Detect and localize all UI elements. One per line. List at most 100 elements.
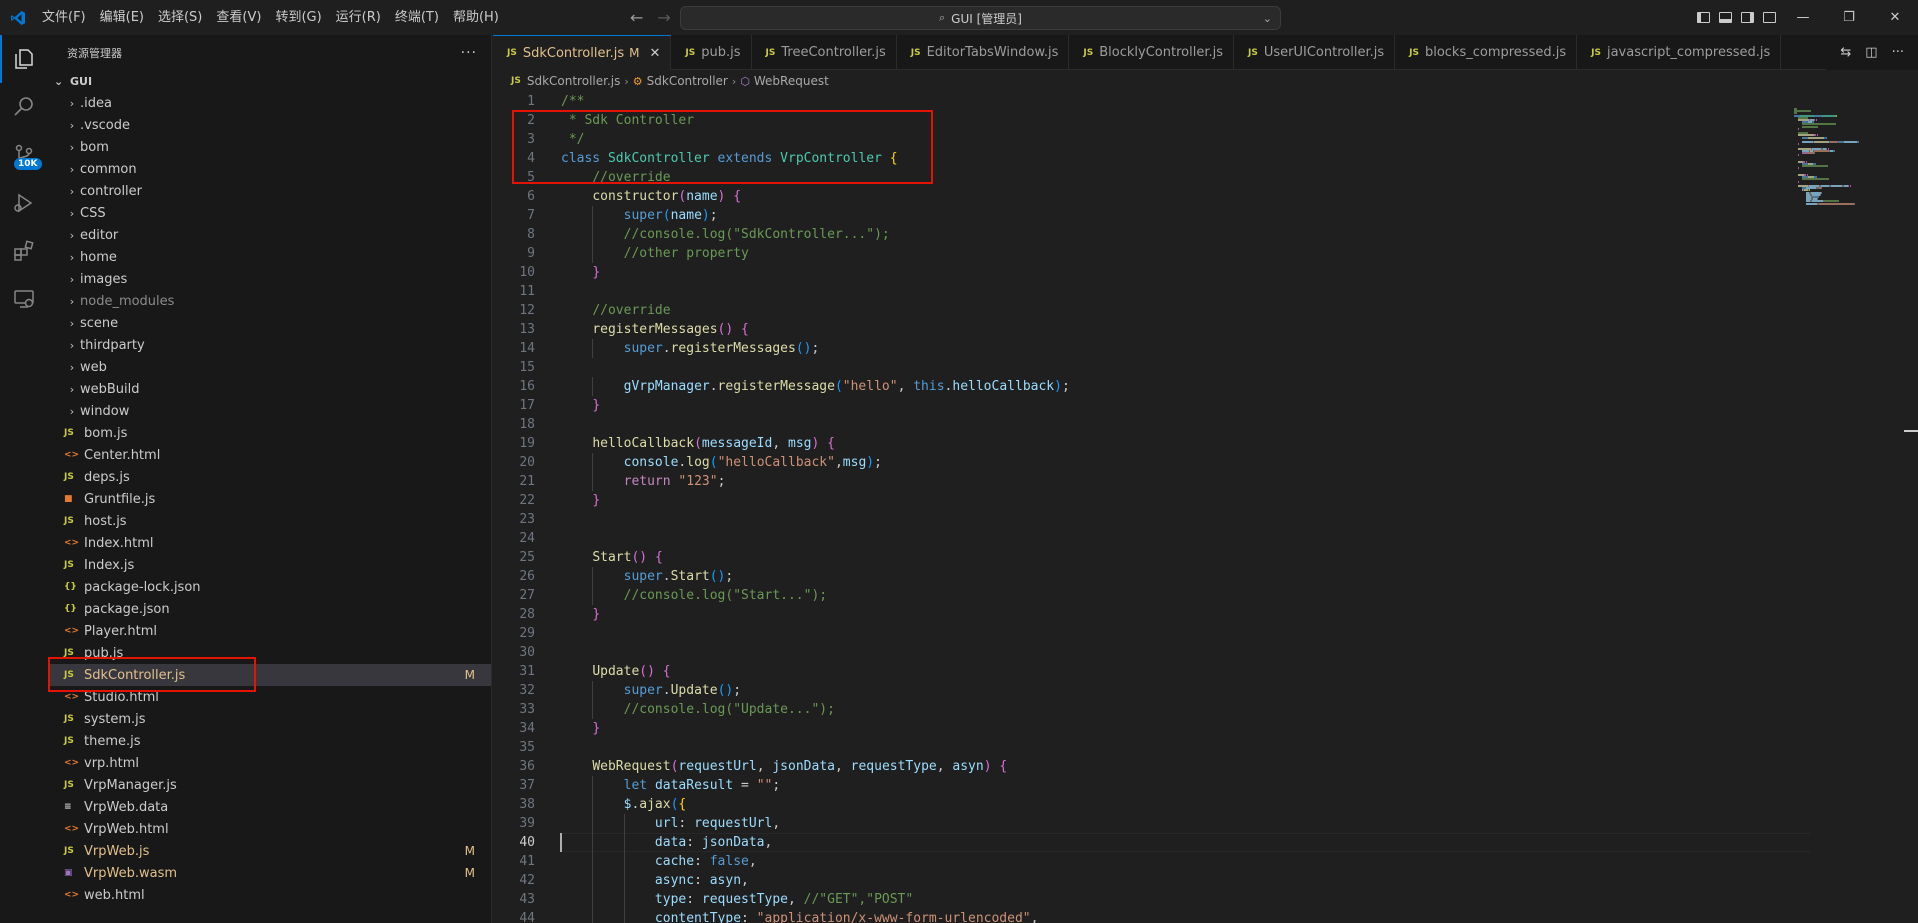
html-file-icon: <> [64,692,80,702]
editor-tab[interactable]: JS blocks_compressed.js [1395,35,1578,70]
file-item[interactable]: <> vrp.html [48,752,491,774]
line-number: 44 [519,911,535,923]
folder-item[interactable]: › window [48,400,491,422]
folder-item[interactable]: › webBuild [48,378,491,400]
command-center[interactable]: ⌕ GUI [管理员] ⌄ [680,6,1281,30]
folder-item[interactable]: › bom [48,136,491,158]
remote-explorer-icon[interactable] [0,275,48,323]
code-text: super(name); [623,208,718,223]
toggle-panel-icon[interactable] [1714,0,1736,35]
menu-item[interactable]: 编辑(E) [93,0,151,35]
file-item[interactable]: {} package.json [48,598,491,620]
folder-item[interactable]: › thirdparty [48,334,491,356]
breadcrumb-class[interactable]: SdkController [647,74,728,88]
code-line: 42 async: asyn, [493,871,1918,890]
code-text: * Sdk Controller [561,113,695,128]
file-item[interactable]: JS VrpWeb.js M [48,840,491,862]
file-item[interactable]: JS theme.js [48,730,491,752]
run-debug-icon[interactable] [0,179,48,227]
workspace-root[interactable]: ⌄ GUI [48,70,491,92]
more-actions-icon[interactable]: ··· [461,45,477,61]
minimize-icon[interactable]: — [1780,0,1826,35]
file-item[interactable]: JS VrpManager.js [48,774,491,796]
customize-layout-icon[interactable] [1758,0,1780,35]
file-item[interactable]: <> Studio.html [48,686,491,708]
editor-tab[interactable]: JS javascript_compressed.js [1577,35,1782,70]
folder-item[interactable]: › node_modules [48,290,491,312]
minimap-mark [1814,141,1829,143]
close-icon[interactable]: ✕ [1872,0,1918,35]
menu-item[interactable]: 运行(R) [329,0,388,35]
tree-item-label: package-lock.json [84,579,201,595]
folder-item[interactable]: › .idea [48,92,491,114]
editor-tab[interactable]: JS UserUIController.js [1234,35,1396,70]
file-item[interactable]: <> Index.html [48,532,491,554]
file-item[interactable]: ▣ VrpWeb.wasm M [48,862,491,884]
editor-tab[interactable]: JS BlocklyController.js [1069,35,1235,70]
menu-item[interactable]: 终端(T) [388,0,446,35]
search-icon[interactable] [0,83,48,131]
folder-item[interactable]: › CSS [48,202,491,224]
js-file-icon: JS [64,846,74,856]
file-item[interactable]: {} package-lock.json [48,576,491,598]
back-arrow-icon[interactable]: ← [630,8,643,27]
more-actions-icon[interactable]: ··· [1892,45,1904,60]
code-line: 31 Update() { [493,662,1918,681]
file-item[interactable]: <> Player.html [48,620,491,642]
file-item[interactable]: <> Center.html [48,444,491,466]
folder-item[interactable]: › editor [48,224,491,246]
tree-item-label: web.html [84,887,145,903]
file-item[interactable]: ≡ VrpWeb.data [48,796,491,818]
file-item[interactable]: <> VrpWeb.html [48,818,491,840]
editor-tab[interactable]: JS EditorTabsWindow.js [897,35,1070,70]
breadcrumb-method[interactable]: WebRequest [754,74,829,88]
menu-item[interactable]: 文件(F) [35,0,93,35]
menu-item[interactable]: 选择(S) [151,0,209,35]
forward-arrow-icon[interactable]: → [657,8,670,27]
editor-tab[interactable]: JS pub.js [671,35,752,70]
extensions-icon[interactable] [0,227,48,275]
file-item[interactable]: JS deps.js [48,466,491,488]
file-item[interactable]: JS pub.js [48,642,491,664]
line-number: 27 [519,588,535,603]
folder-item[interactable]: › common [48,158,491,180]
open-changes-icon[interactable]: ⇆ [1840,45,1851,60]
minimap[interactable] [1794,92,1904,923]
breadcrumb-file[interactable]: SdkController.js [527,74,621,88]
folder-item[interactable]: › scene [48,312,491,334]
file-item[interactable]: JS bom.js [48,422,491,444]
file-item[interactable]: JS SdkController.js M [48,664,491,686]
split-editor-icon[interactable]: ◫ [1865,45,1877,60]
editor-tab[interactable]: JS SdkController.js M ✕ [493,35,672,70]
toggle-secondary-sidebar-icon[interactable] [1736,0,1758,35]
minimap-mark [1834,149,1835,152]
toggle-primary-sidebar-icon[interactable] [1692,0,1714,35]
code-text: type: requestType, //"GET","POST" [654,892,914,907]
folder-item[interactable]: › .vscode [48,114,491,136]
editor-tab[interactable]: JS TreeController.js [752,35,897,70]
code-text: cache: false, [654,854,757,869]
folder-item[interactable]: › web [48,356,491,378]
menu-item[interactable]: 查看(V) [209,0,268,35]
file-item[interactable]: ■ Gruntfile.js [48,488,491,510]
file-item[interactable]: JS system.js [48,708,491,730]
folder-item[interactable]: › images [48,268,491,290]
code-editor[interactable]: 1/** 2 * Sdk Controller 3 */4 class SdkCont… [493,92,1918,923]
file-item[interactable]: JS host.js [48,510,491,532]
close-tab-icon[interactable]: ✕ [650,46,661,61]
line-number: 9 [527,246,535,261]
menu-item[interactable]: 帮助(H) [446,0,506,35]
folder-item[interactable]: › controller [48,180,491,202]
file-item[interactable]: <> web.html [48,884,491,906]
menu-item[interactable]: 转到(G) [268,0,328,35]
folder-item[interactable]: › home [48,246,491,268]
line-number: 28 [519,607,535,622]
restore-icon[interactable]: ❐ [1826,0,1872,35]
tree-item-label: node_modules [80,293,175,309]
chevron-right-icon: › [69,272,75,286]
code-text: Update() { [592,664,671,679]
file-item[interactable]: JS Index.js [48,554,491,576]
source-control-icon[interactable]: 10K [0,131,48,179]
code-line: 33 //console.log("Update..."); [493,700,1918,719]
explorer-icon[interactable] [0,35,48,83]
